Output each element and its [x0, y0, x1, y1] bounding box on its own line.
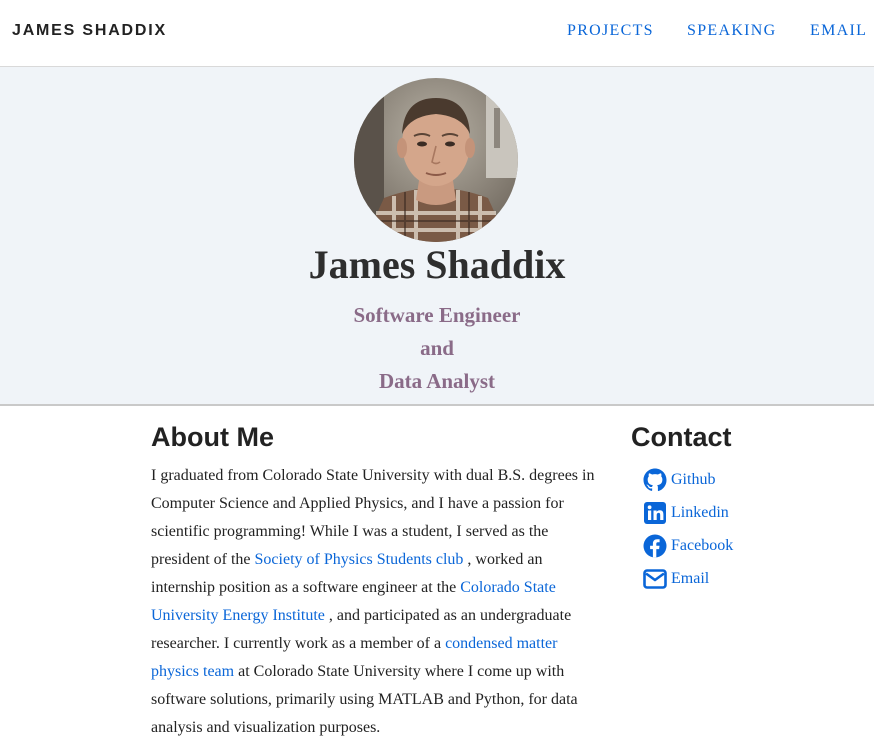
subtitle-line-2: and: [420, 336, 454, 360]
site-brand[interactable]: JAMES SHADDIX: [12, 22, 167, 40]
hero-name: James Shaddix: [308, 242, 566, 287]
nav-link-projects[interactable]: PROJECTS: [567, 22, 654, 40]
society-physics-link[interactable]: Society of Physics Students club: [255, 551, 464, 568]
contact-email-link[interactable]: Email: [643, 562, 733, 595]
nav-link-speaking[interactable]: SPEAKING: [687, 22, 777, 40]
contact-linkedin-label: Linkedin: [671, 503, 729, 521]
email-icon: [643, 568, 667, 589]
contact-github-link[interactable]: Github: [643, 463, 733, 496]
about-heading: About Me: [151, 422, 274, 452]
profile-photo: [354, 78, 518, 242]
hero-section: James Shaddix Software Engineer and Data…: [0, 67, 874, 406]
contact-list: Github Linkedin Facebook Email: [643, 463, 733, 595]
facebook-icon: [643, 534, 667, 557]
contact-github-label: Github: [671, 470, 716, 488]
contact-email-label: Email: [671, 569, 710, 587]
contact-facebook-label: Facebook: [671, 536, 734, 554]
contact-heading: Contact: [631, 422, 732, 452]
github-icon: [643, 468, 667, 491]
contact-facebook-link[interactable]: Facebook: [643, 529, 733, 562]
about-paragraph: I graduated from Colorado State Universi…: [151, 462, 599, 742]
subtitle-line-3: Data Analyst: [378, 369, 496, 393]
contact-linkedin-link[interactable]: Linkedin: [643, 496, 733, 529]
navbar: JAMES SHADDIX PROJECTS SPEAKING EMAIL: [0, 0, 874, 67]
subtitle-line-1: Software Engineer: [353, 303, 521, 327]
nav-link-email[interactable]: EMAIL: [810, 22, 867, 40]
linkedin-icon: [644, 501, 666, 524]
